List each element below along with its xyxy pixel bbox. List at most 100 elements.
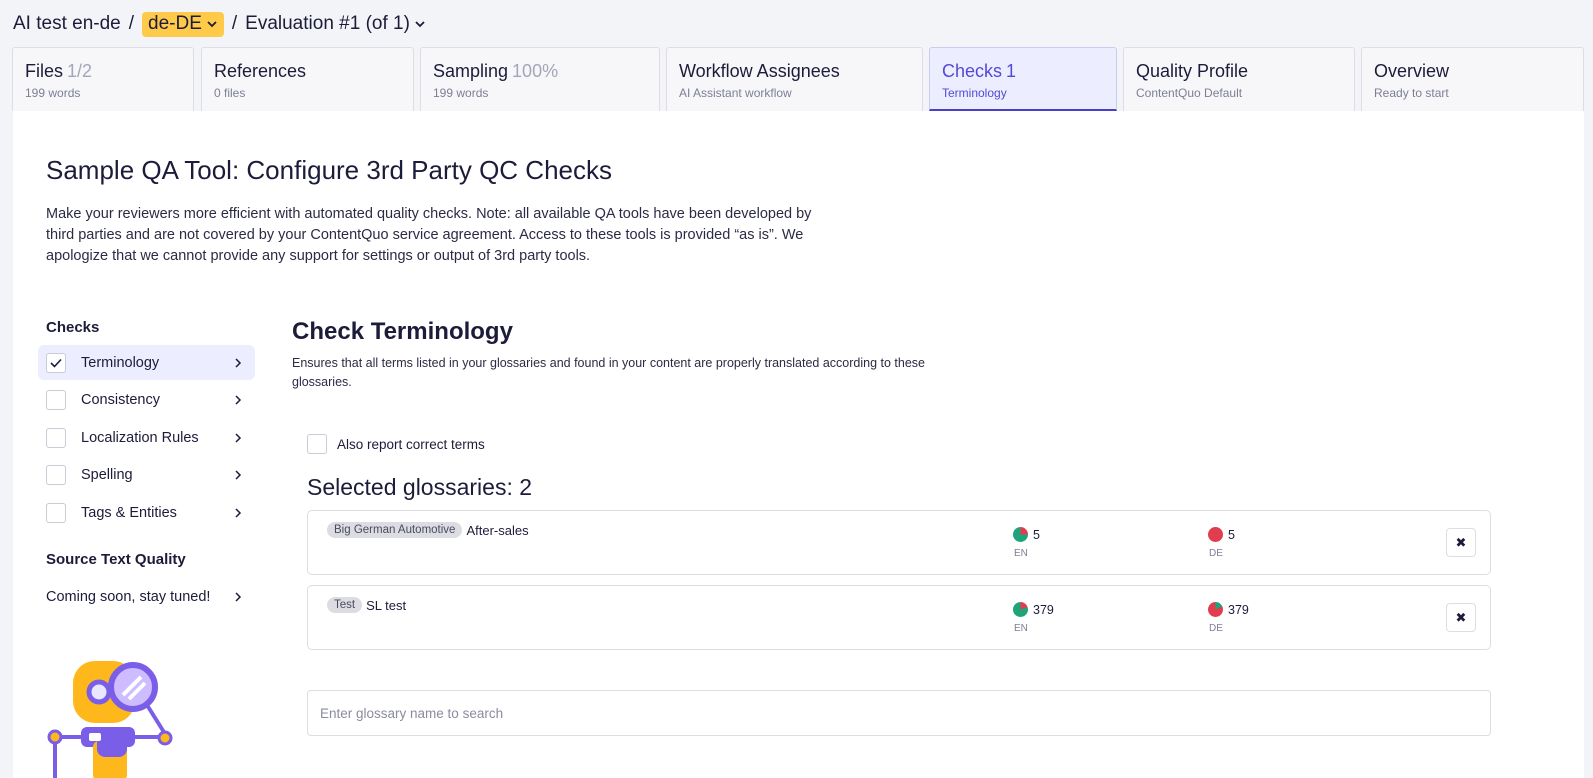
breadcrumb-separator: / [231,13,238,34]
check-item-spelling[interactable]: Spelling [38,457,255,492]
close-icon: ✖ [1455,609,1467,625]
language-code: DE [1209,623,1223,634]
language-label: de-DE [148,12,202,34]
glossary-row: Test SL test 379 EN 379 DE ✖ [307,585,1491,650]
evaluation-label: Evaluation #1 (of 1) [245,13,410,34]
tab-title: References [214,61,307,81]
main-panel: Sample QA Tool: Configure 3rd Party QC C… [13,111,1584,778]
tab-subtitle: AI Assistant workflow [679,86,792,100]
check-label: Spelling [81,466,133,483]
tab-extra: 1/2 [67,61,93,81]
tab-title: Checks [942,61,1003,81]
glossary-search-input[interactable] [307,690,1491,736]
glossary-lang-en: 5 EN [1013,527,1040,559]
tab-title: Sampling [433,61,509,81]
page-title: Sample QA Tool: Configure 3rd Party QC C… [46,155,612,185]
chevron-right-icon [235,469,242,480]
robot-illustration [47,661,173,778]
also-report-label: Also report correct terms [337,436,485,452]
term-count: 5 [1033,527,1040,542]
tab-overview[interactable]: Overview Ready to start [1361,47,1584,111]
chevron-right-icon [235,432,242,443]
glossary-lang-en: 379 EN [1013,602,1054,634]
check-item-consistency[interactable]: Consistency [38,382,255,417]
tab-workflow-assignees[interactable]: Workflow Assignees AI Assistant workflow [666,47,923,111]
close-icon: ✖ [1455,534,1467,550]
pie-chart-icon [1208,527,1223,542]
checkbox[interactable] [46,427,66,448]
term-count: 379 [1228,602,1249,617]
evaluation-selector[interactable]: Evaluation #1 (of 1) [245,13,426,35]
tab-title: Overview [1374,61,1450,81]
page-description: Make your reviewers more efficient with … [46,206,812,264]
chevron-right-icon [235,592,242,602]
glossary-title: SL test [366,597,407,613]
checkbox[interactable] [46,502,66,523]
check-label: Tags & Entities [81,504,177,521]
glossary-name: Big German Automotive After-sales [327,522,529,538]
glossary-lang-de: 379 DE [1208,602,1249,634]
checkbox[interactable] [46,389,66,410]
tab-extra: 100% [512,61,559,81]
glossary-lang-de: 5 DE [1208,527,1235,559]
check-terminology-title: Check Terminology [292,318,513,345]
check-label: Localization Rules [81,429,199,446]
chevron-right-icon [235,507,242,518]
term-count: 5 [1228,527,1235,542]
language-code: EN [1014,548,1028,559]
chevron-down-icon [207,20,217,27]
check-terminology-description: Ensures that all terms listed in your gl… [292,356,925,389]
chevron-right-icon [235,394,242,405]
checkbox[interactable] [46,464,66,485]
tab-references[interactable]: References 0 files [201,47,414,111]
glossary-badge: Big German Automotive [327,522,463,538]
check-label: Consistency [81,391,160,408]
source-quality-heading: Source Text Quality [46,551,186,568]
tab-quality-profile[interactable]: Quality Profile ContentQuo Default [1123,47,1355,111]
also-report-checkbox[interactable] [307,434,327,454]
glossary-name: Test SL test [327,597,406,613]
remove-glossary-button[interactable]: ✖ [1446,528,1476,557]
glossary-badge: Test [327,597,363,613]
tab-extra: 1 [1006,61,1017,81]
glossary-title: After-sales [466,522,529,538]
tab-title: Quality Profile [1136,61,1249,81]
language-code: EN [1014,623,1028,634]
chevron-right-icon [235,357,242,368]
checkbox[interactable] [46,352,66,373]
tab-subtitle: ContentQuo Default [1136,86,1243,100]
also-report-correct-terms-option[interactable]: Also report correct terms [307,434,485,454]
selected-glossaries-heading: Selected glossaries: 2 [307,474,533,500]
pie-chart-icon [1013,527,1028,542]
tab-subtitle: 199 words [25,86,81,100]
tab-subtitle: Ready to start [1374,86,1449,100]
language-code: DE [1209,548,1223,559]
breadcrumb-project[interactable]: AI test en-de [13,13,121,35]
tab-files[interactable]: Files 1/2 199 words [12,47,194,111]
chevron-down-icon [415,21,425,28]
tab-sampling[interactable]: Sampling 100% 199 words [420,47,660,111]
term-count: 379 [1033,602,1054,617]
pie-chart-icon [1208,602,1223,617]
source-quality-label: Coming soon, stay tuned! [46,589,211,605]
tab-title: Files [25,61,64,81]
remove-glossary-button[interactable]: ✖ [1446,603,1476,632]
tab-subtitle: 0 files [214,86,246,100]
glossary-row: Big German Automotive After-sales 5 EN 5… [307,510,1491,575]
pie-chart-icon [1013,602,1028,617]
checks-heading: Checks [46,319,100,336]
breadcrumb: AI test en-de / de-DE / Evaluation #1 (o… [13,10,426,38]
tab-checks[interactable]: Checks 1 Terminology [929,47,1117,111]
check-label: Terminology [81,354,160,371]
tab-subtitle: 199 words [433,86,489,100]
check-item-tags-entities[interactable]: Tags & Entities [38,495,255,530]
step-tabs: Files 1/2 199 words References 0 files Sa… [12,47,1584,111]
source-quality-item[interactable]: Coming soon, stay tuned! [46,585,255,609]
tab-title: Workflow Assignees [679,61,840,81]
check-item-terminology[interactable]: Terminology [38,345,255,380]
checkmark-icon [50,358,62,368]
check-item-localization-rules[interactable]: Localization Rules [38,420,255,455]
language-selector[interactable]: de-DE [142,11,224,37]
tab-subtitle: Terminology [942,86,1007,100]
breadcrumb-separator: / [128,13,135,34]
